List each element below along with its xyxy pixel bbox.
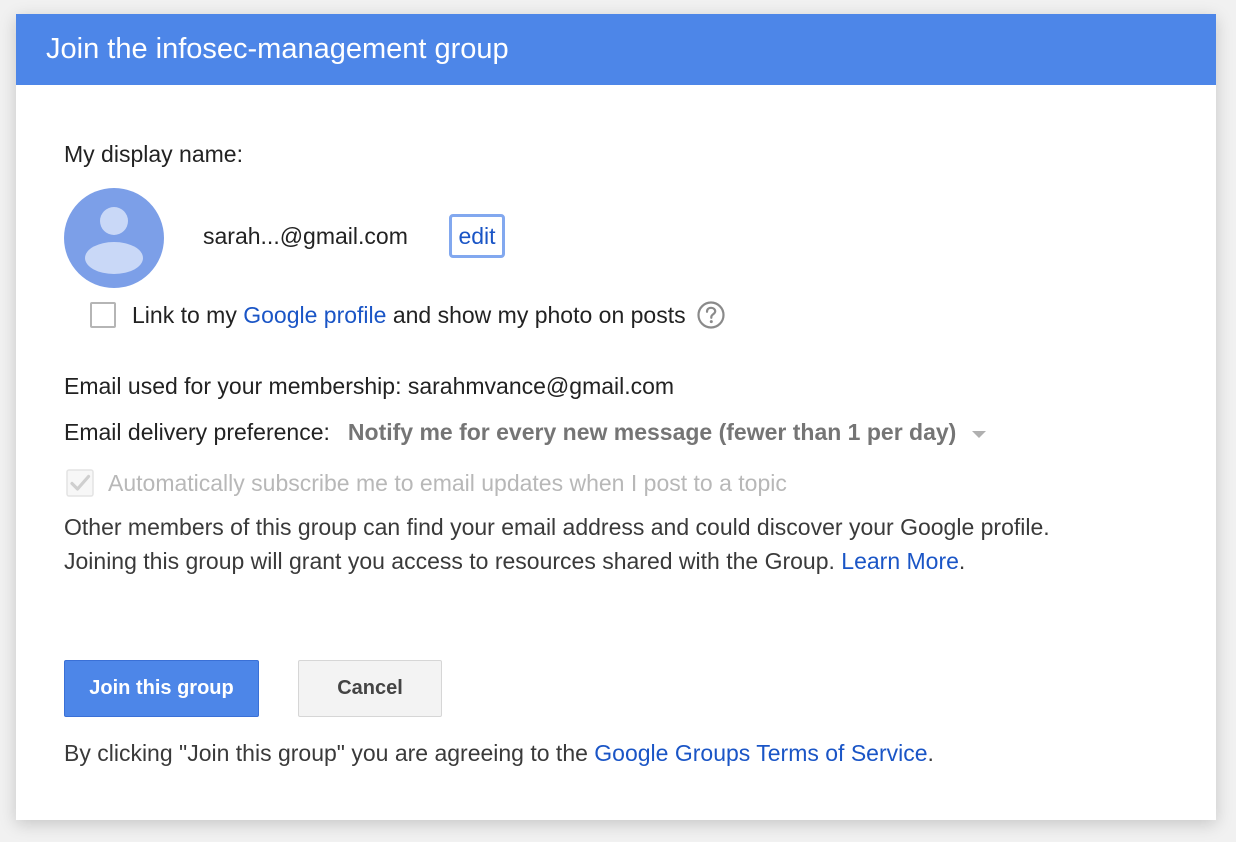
link-profile-suffix: and show my photo on posts — [392, 301, 686, 328]
edit-display-name-link[interactable]: edit — [449, 214, 505, 258]
delivery-preference-label: Email delivery preference: — [64, 419, 330, 445]
link-profile-checkbox[interactable] — [90, 302, 116, 328]
caret-down-icon — [972, 430, 987, 438]
link-profile-prefix: Link to my — [132, 301, 237, 328]
auto-subscribe-label: Automatically subscribe me to email upda… — [108, 469, 787, 496]
terms-suffix: . — [927, 740, 934, 766]
link-profile-row: Link to my Google profile and show my ph… — [90, 299, 726, 331]
google-profile-link[interactable]: Google profile — [243, 302, 386, 329]
join-group-button[interactable]: Join this group — [64, 660, 259, 717]
membership-email-label: Email used for your membership: — [64, 373, 402, 399]
membership-info-trailing: . — [958, 548, 966, 574]
display-name-label: My display name: — [64, 141, 243, 167]
auto-subscribe-checkbox[interactable] — [66, 469, 94, 497]
delivery-preference-row: Email delivery preference: Notify me for… — [64, 419, 987, 446]
help-circle-icon[interactable] — [696, 300, 726, 330]
display-name-value: sarah...@gmail.com — [203, 223, 408, 249]
terms-of-service-link[interactable]: Google Groups Terms of Service — [594, 740, 927, 766]
join-group-dialog: Join the infosec-management group My dis… — [16, 14, 1216, 820]
auto-subscribe-row: Automatically subscribe me to email upda… — [66, 469, 787, 497]
terms-prefix: By clicking "Join this group" you are ag… — [64, 740, 588, 766]
learn-more-link[interactable]: Learn More — [841, 548, 959, 574]
checkmark-icon — [66, 469, 94, 497]
terms-agreement-text: By clicking "Join this group" you are ag… — [64, 740, 934, 767]
default-avatar-icon — [64, 188, 164, 288]
delivery-preference-dropdown[interactable]: Notify me for every new message (fewer t… — [347, 419, 987, 446]
delivery-preference-value: Notify me for every new message (fewer t… — [347, 419, 957, 445]
membership-email-row: Email used for your membership: sarahmva… — [64, 373, 674, 400]
cancel-button[interactable]: Cancel — [298, 660, 442, 717]
membership-info-text: Other members of this group can find you… — [64, 510, 1124, 578]
membership-email-value: sarahmvance@gmail.com — [407, 373, 675, 399]
dialog-title: Join the infosec-management group — [16, 14, 1216, 85]
